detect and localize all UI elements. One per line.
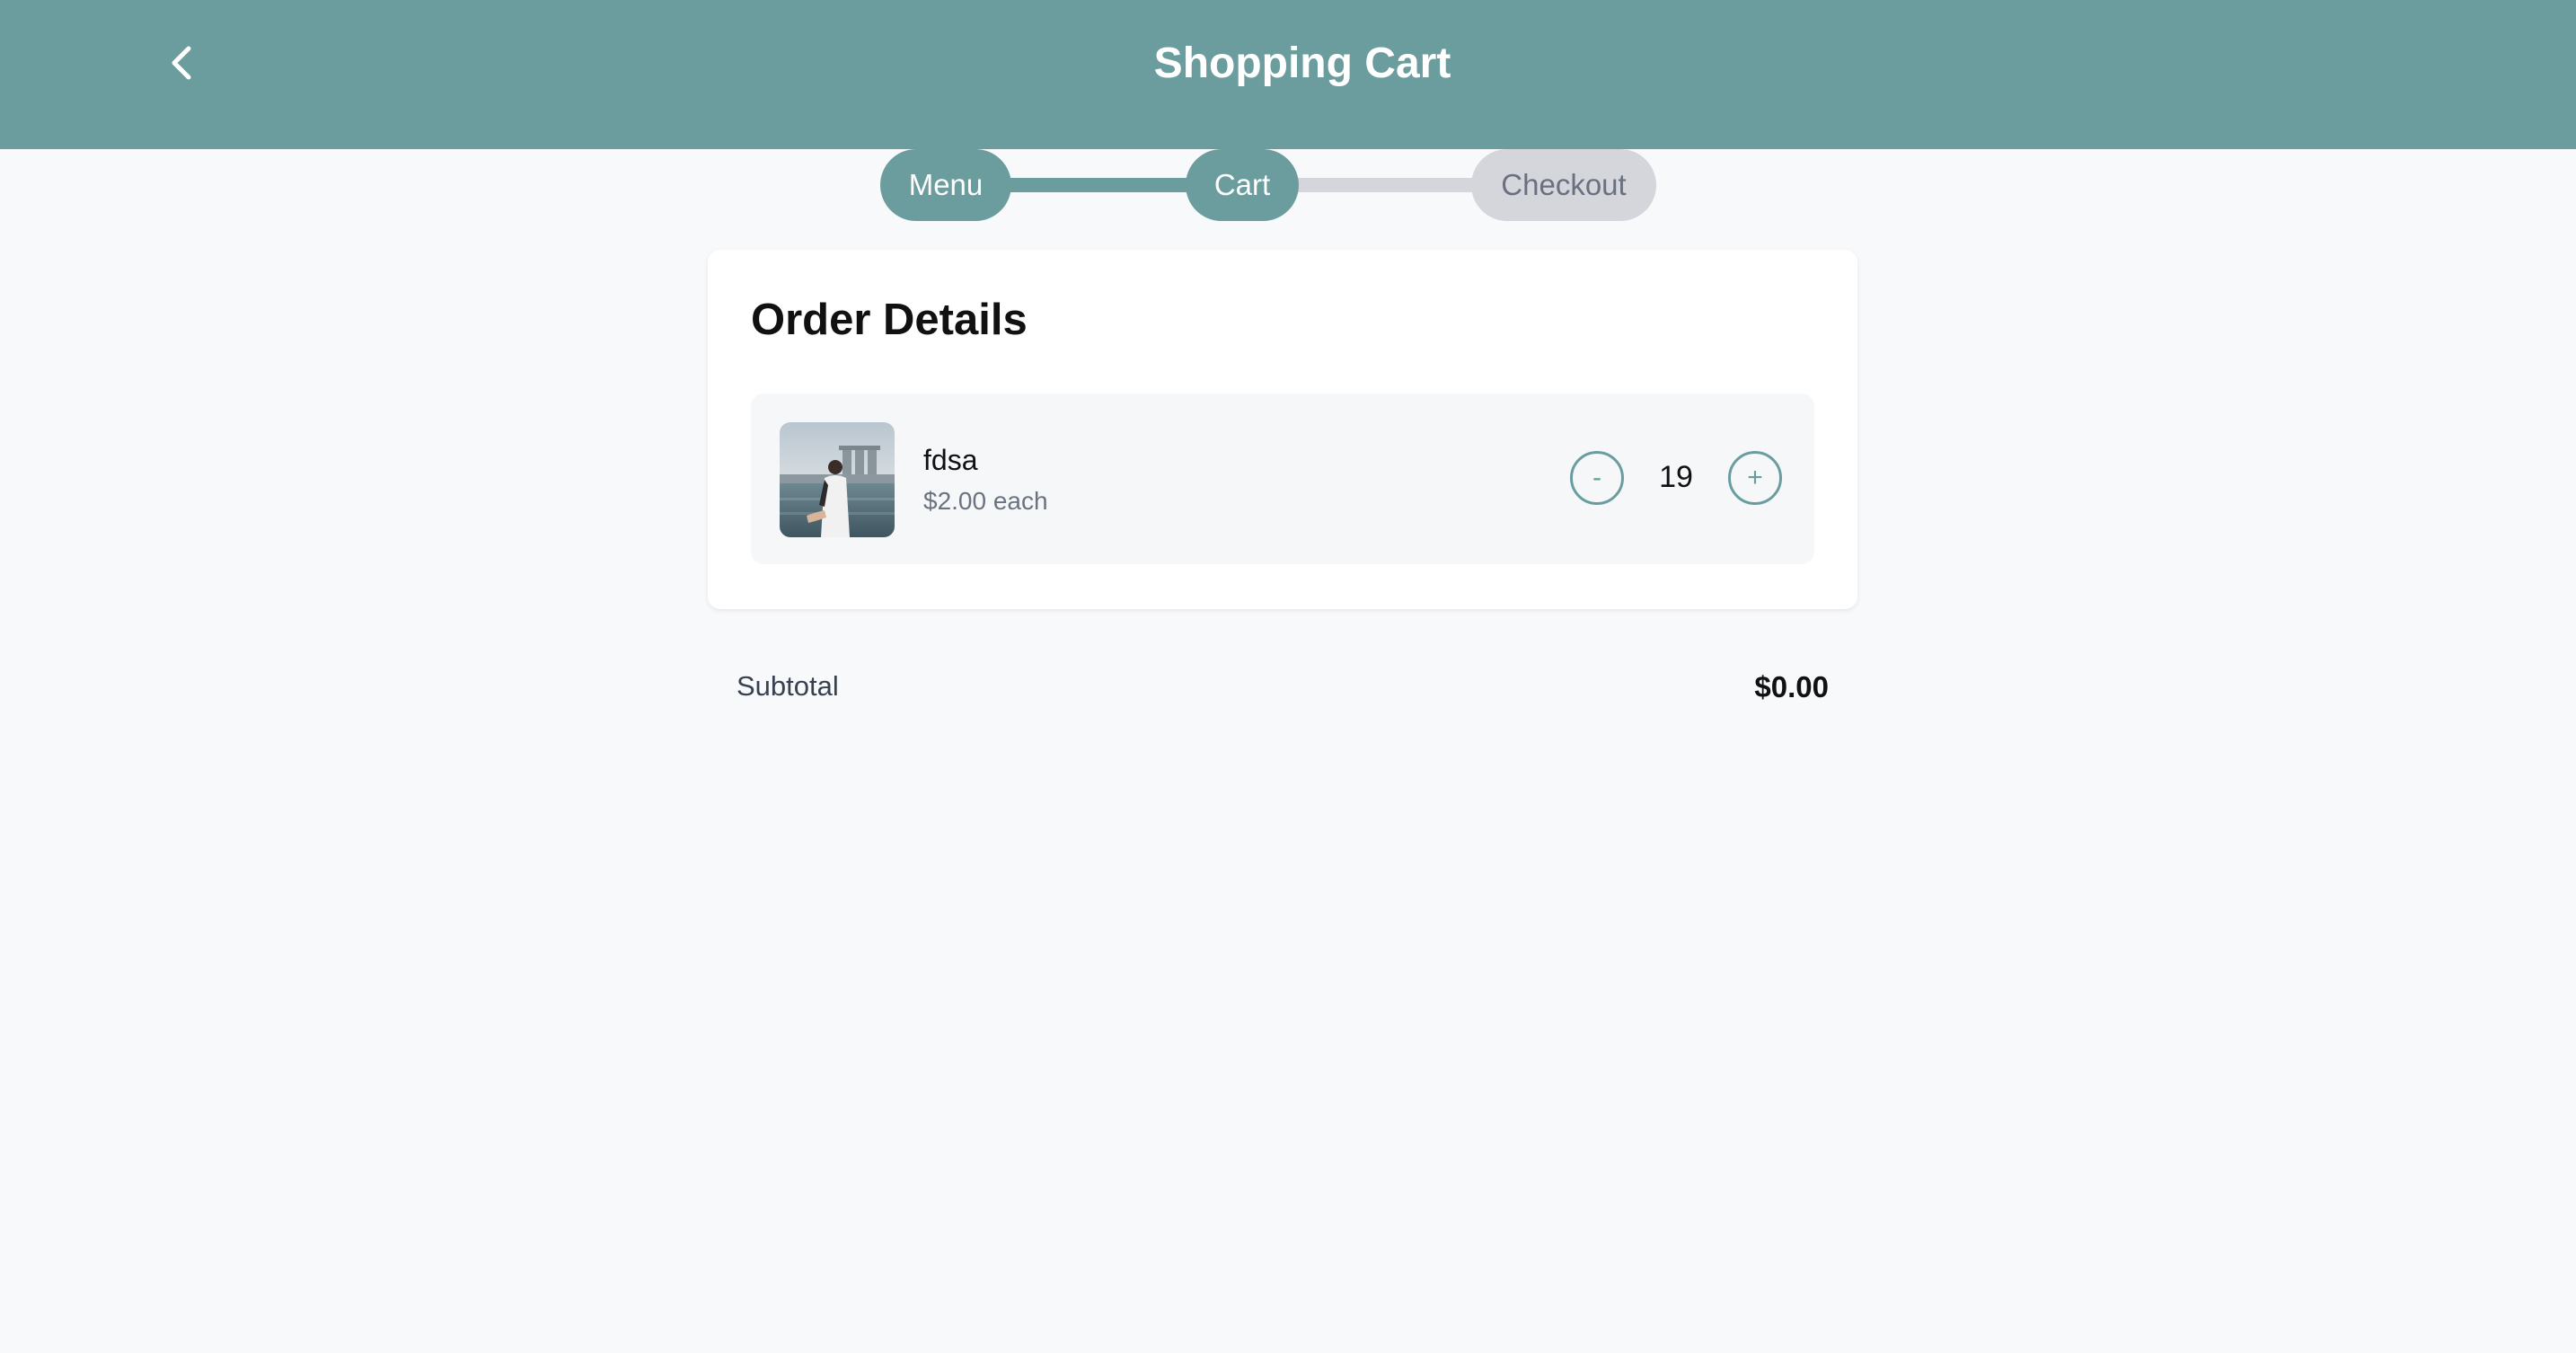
subtotal-label: Subtotal bbox=[737, 670, 839, 702]
step-connector-upcoming bbox=[1297, 178, 1477, 192]
item-photo-image bbox=[780, 422, 895, 537]
order-details-card: Order Details fdsa $2.00 each - 19 + bbox=[708, 250, 1857, 609]
decrease-quantity-button[interactable]: - bbox=[1570, 451, 1624, 505]
subtotal-value: $0.00 bbox=[1754, 670, 1829, 703]
progress-stepper: Menu Cart Checkout bbox=[0, 0, 2576, 234]
step-connector-complete bbox=[1006, 178, 1195, 192]
step-cart[interactable]: Cart bbox=[1186, 149, 1299, 221]
item-name: fdsa bbox=[923, 444, 978, 476]
item-thumbnail bbox=[780, 422, 895, 537]
step-checkout[interactable]: Checkout bbox=[1471, 149, 1656, 221]
order-details-title: Order Details bbox=[751, 296, 1028, 344]
increase-quantity-button[interactable]: + bbox=[1728, 451, 1782, 505]
item-unit-price: $2.00 each bbox=[923, 487, 1048, 515]
step-menu[interactable]: Menu bbox=[880, 149, 1011, 221]
cart-item: fdsa $2.00 each - 19 + bbox=[751, 394, 1814, 564]
plus-icon: + bbox=[1747, 463, 1763, 492]
minus-icon: - bbox=[1592, 463, 1601, 492]
quantity-value: 19 bbox=[1659, 460, 1693, 494]
